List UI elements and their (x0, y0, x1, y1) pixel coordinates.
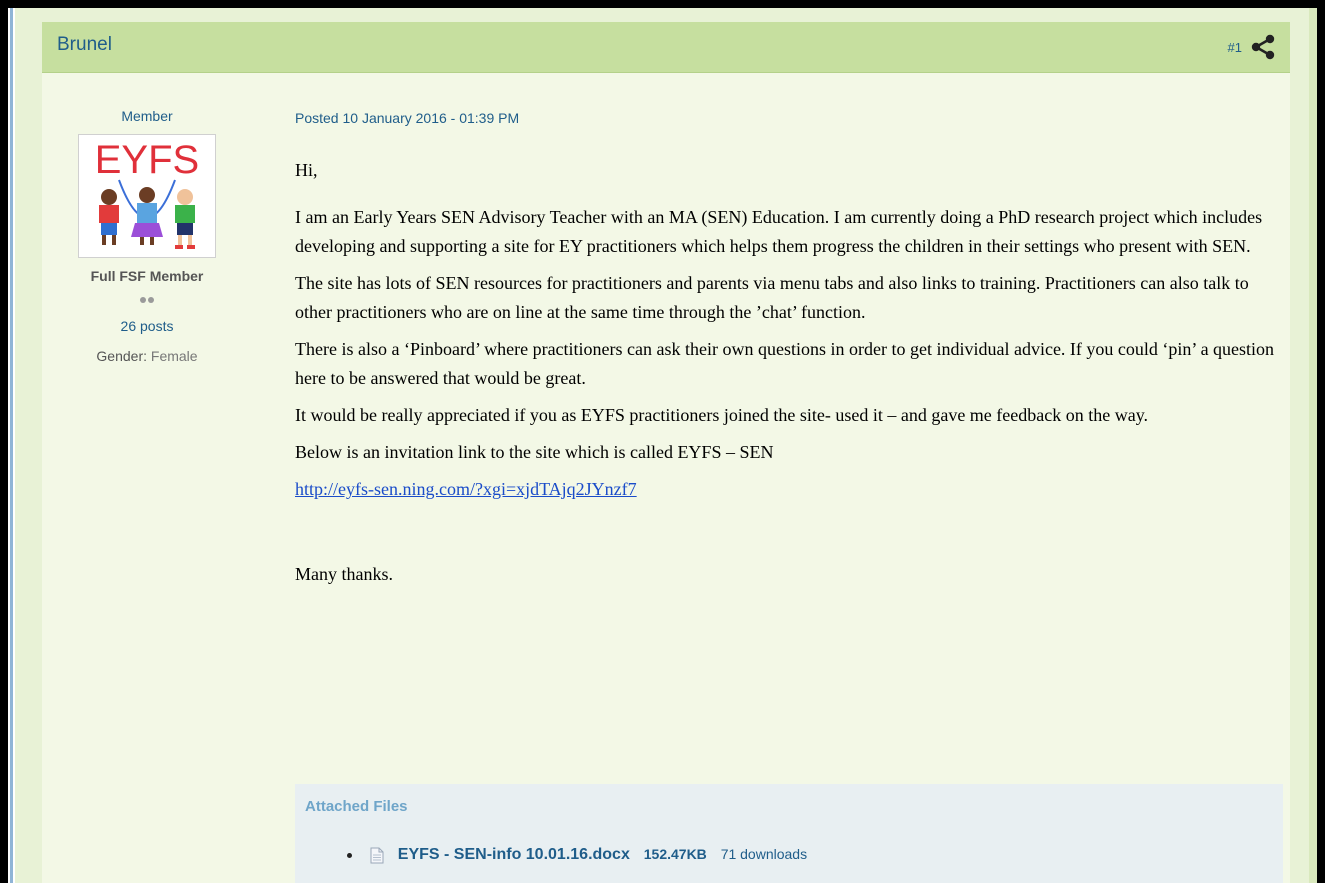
post-header: Brunel #1 (42, 22, 1290, 73)
list-bullet (347, 852, 352, 858)
rank-pips (62, 290, 232, 308)
attached-files-title: Attached Files (305, 798, 408, 815)
avatar-logo-text: EYFS (95, 138, 199, 182)
member-title: Member (121, 108, 173, 124)
author-name-link[interactable]: Brunel (57, 34, 112, 56)
member-rank: Full FSF Member (90, 268, 204, 284)
rank-pip (148, 297, 154, 303)
forum-post: Brunel #1 Member EYFS Full FSF Member 26… (42, 22, 1290, 883)
post-paragraph: There is also a ‘Pinboard’ where practit… (295, 339, 1275, 388)
attachment-file-link[interactable]: EYFS - SEN-info 10.01.16.docx (398, 846, 630, 863)
attached-files-panel: Attached Files EYFS - SEN-info 10.01.16.… (295, 784, 1283, 883)
site-invitation-link[interactable]: http://eyfs-sen.ning.com/?xgi=xjdTAjq2JY… (295, 479, 637, 499)
avatar[interactable]: EYFS (78, 134, 216, 258)
attachment-item: EYFS - SEN-info 10.01.16.docx 152.47KB 7… (347, 846, 807, 864)
attachment-download-count: 71 downloads (720, 846, 808, 862)
gender-label: Gender: (96, 348, 147, 364)
post-paragraph: Below is an invitation link to the site … (295, 442, 774, 462)
post-content: Hi, I am an Early Years SEN Advisory Tea… (295, 156, 1285, 589)
post-date: Posted 10 January 2016 - 01:39 PM (295, 110, 520, 126)
post-number-link[interactable]: #1 (1228, 40, 1242, 55)
post-body: Posted 10 January 2016 - 01:39 PM Hi, I … (295, 110, 1285, 597)
post-count-link[interactable]: 26 posts (62, 318, 232, 334)
share-icon[interactable] (1250, 34, 1276, 60)
post-paragraph: It would be really appreciated if you as… (295, 405, 1149, 425)
gender-field: Gender: Female (62, 348, 232, 364)
left-border (8, 8, 15, 883)
gender-value: Female (150, 348, 198, 364)
page-frame: Brunel #1 Member EYFS Full FSF Member 26… (8, 8, 1317, 883)
attachment-file-size: 152.47KB (643, 846, 707, 862)
right-border (1309, 8, 1317, 883)
document-icon (370, 847, 384, 864)
post-paragraph: The site has lots of SEN resources for p… (295, 273, 1249, 322)
post-greeting: Hi, (295, 160, 318, 180)
post-paragraph: I am an Early Years SEN Advisory Teacher… (295, 207, 1263, 256)
post-closing: Many thanks. (295, 564, 393, 584)
author-info: Member EYFS Full FSF Member 26 posts Gen… (62, 108, 232, 364)
rank-pip (140, 297, 146, 303)
